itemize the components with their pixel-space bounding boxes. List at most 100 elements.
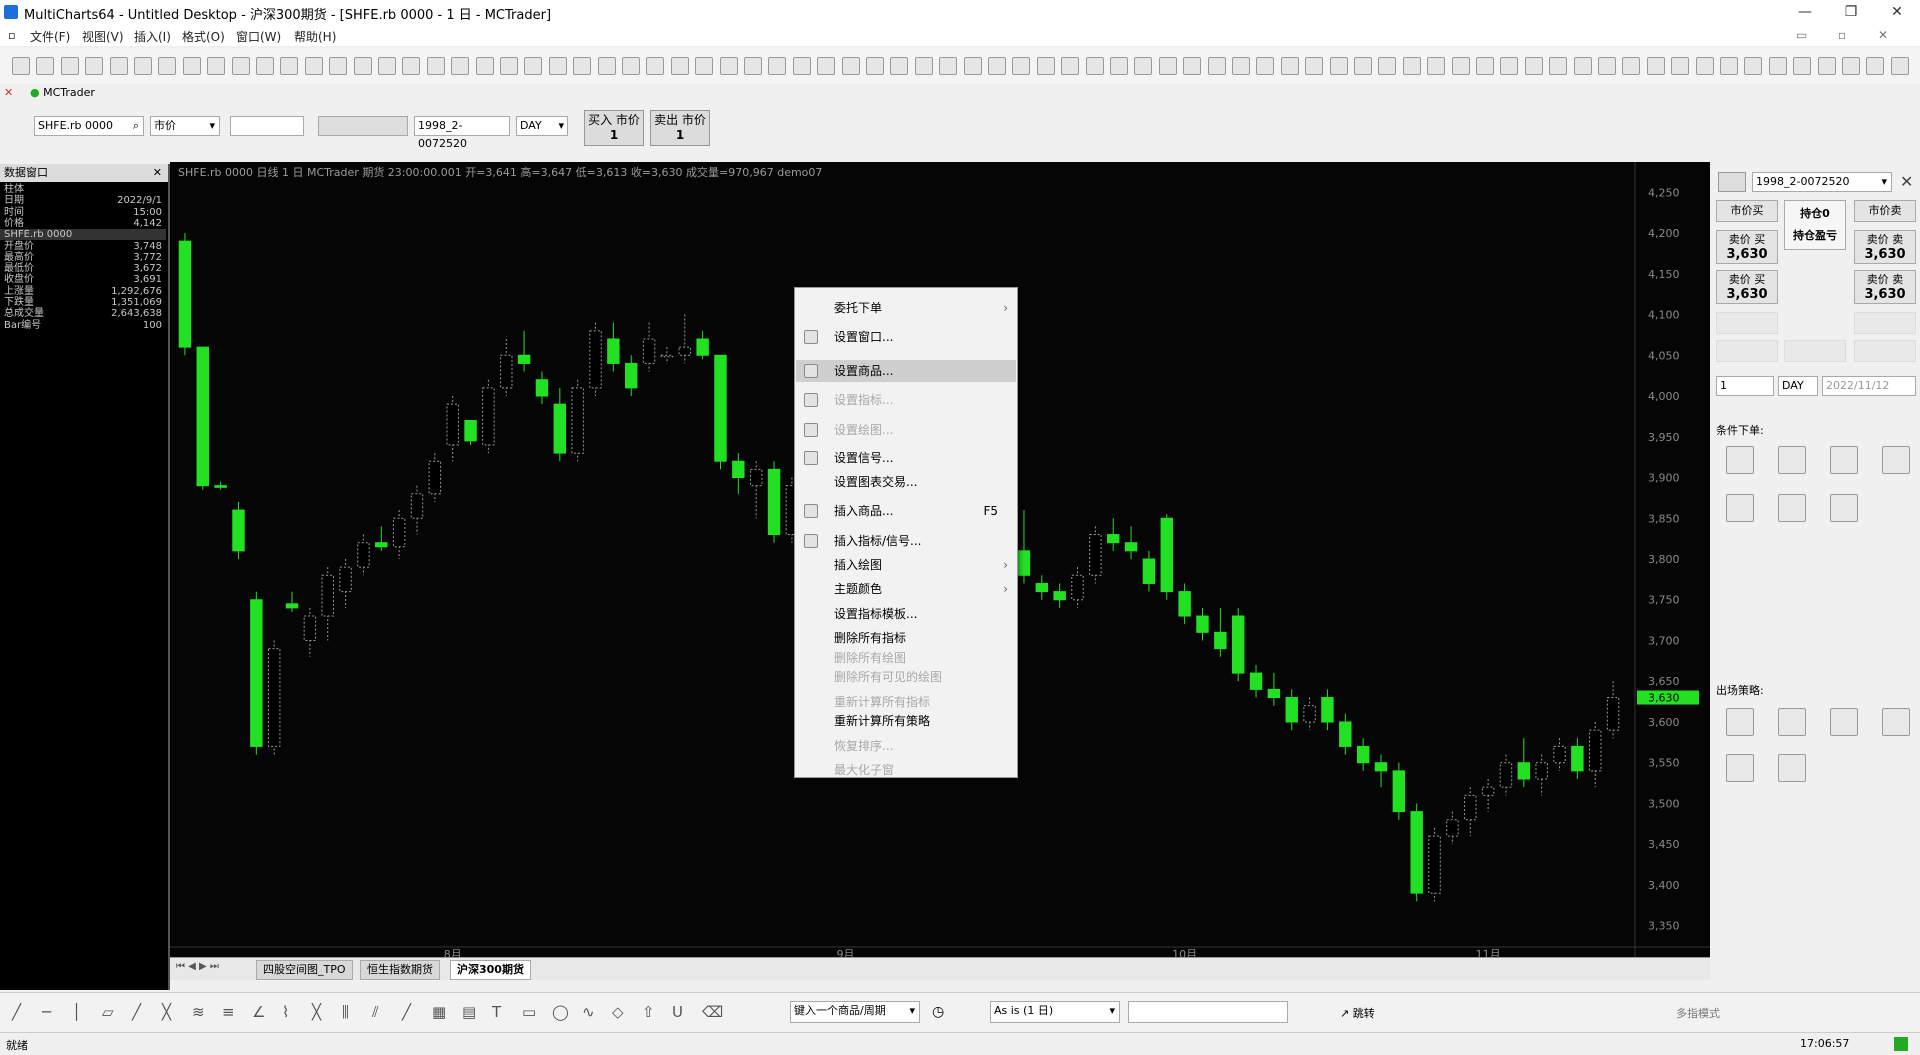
toolbar-button-icon[interactable] xyxy=(256,57,274,75)
toolbar-button-icon[interactable] xyxy=(1720,57,1738,75)
toolbar-button-icon[interactable] xyxy=(182,57,201,75)
toolbar-button-icon[interactable] xyxy=(988,57,1006,75)
drawing-tool-icon[interactable]: ⌇ xyxy=(282,1003,300,1021)
toolbar-button-icon[interactable] xyxy=(109,57,128,75)
rp-qty-stepper[interactable]: 1 xyxy=(1716,376,1774,396)
drawing-tool-icon[interactable]: ⫼ xyxy=(342,1003,360,1021)
toolbar-button-icon[interactable] xyxy=(1549,57,1568,75)
exit-strategy-icon-3[interactable] xyxy=(1830,708,1858,736)
toolbar-button-icon[interactable] xyxy=(426,57,445,75)
toolbar-button-icon[interactable] xyxy=(280,57,299,75)
drawing-tool-icon[interactable]: ⌫ xyxy=(702,1003,723,1021)
toolbar-button-icon[interactable] xyxy=(353,57,372,75)
toolbar-button-icon[interactable] xyxy=(1134,57,1153,75)
toolbar-button-icon[interactable] xyxy=(1158,57,1177,75)
drawing-tool-icon[interactable]: U xyxy=(672,1003,690,1021)
exit-strategy-icon-1[interactable] xyxy=(1726,708,1754,736)
rp-account-select[interactable]: 1998_2-0072520 ▾ xyxy=(1752,172,1892,192)
exit-strategy-icon-6[interactable] xyxy=(1778,754,1806,782)
toolbar-button-icon[interactable] xyxy=(1036,57,1055,75)
cond-order-icon-5[interactable] xyxy=(1726,494,1754,522)
cond-order-icon-6[interactable] xyxy=(1778,494,1806,522)
symbol-field[interactable]: SHFE.rb 0000 ⌕ xyxy=(34,116,144,136)
account-select[interactable]: 1998_2-0072520 xyxy=(414,116,510,150)
context-menu-item[interactable]: 主题颜色 › xyxy=(796,578,1016,600)
toolbar-button-icon[interactable] xyxy=(646,57,665,75)
toolbar-button-icon[interactable] xyxy=(1598,57,1616,75)
toolbar-button-icon[interactable] xyxy=(670,57,689,75)
drawing-tool-icon[interactable]: ◯ xyxy=(552,1003,570,1021)
context-menu-item[interactable]: 设置图表交易... xyxy=(796,471,1016,493)
drawing-tool-icon[interactable]: ╳ xyxy=(162,1003,180,1021)
toolbar-button-icon[interactable] xyxy=(963,57,982,75)
toolbar-button-icon[interactable] xyxy=(1354,57,1372,75)
context-menu-item[interactable]: 委托下单 › xyxy=(796,297,1016,319)
drawing-tool-icon[interactable]: ∿ xyxy=(582,1003,600,1021)
symbol-search-input[interactable]: 键入一个商品/周期 ▾ xyxy=(790,1001,920,1023)
toolbar-button-icon[interactable] xyxy=(231,57,250,75)
toolbar-button-icon[interactable] xyxy=(1305,57,1324,75)
toolbar-button-icon[interactable] xyxy=(1817,57,1836,75)
toolbar-button-icon[interactable] xyxy=(622,57,640,75)
toolbar-button-icon[interactable] xyxy=(475,57,494,75)
toolbar-button-icon[interactable] xyxy=(85,57,104,75)
cond-order-icon-7[interactable] xyxy=(1830,494,1858,522)
toolbar-button-icon[interactable] xyxy=(939,57,958,75)
toolbar-button-icon[interactable] xyxy=(768,57,787,75)
ask-sell-button-2[interactable]: 卖价 卖 3,630 xyxy=(1854,270,1916,304)
menu-help[interactable]: 帮助(H) xyxy=(294,28,336,45)
toolbar-button-icon[interactable] xyxy=(1085,57,1104,75)
mdi-restore-icon[interactable]: ▭ xyxy=(1796,28,1807,42)
broker-tab[interactable]: ● MCTrader xyxy=(30,86,95,99)
mdi-minimize-icon[interactable]: ▫ xyxy=(1838,28,1846,42)
exit-strategy-icon-4[interactable] xyxy=(1882,708,1910,736)
toolbar-button-icon[interactable] xyxy=(1573,57,1592,75)
toolbar-button-icon[interactable] xyxy=(1012,57,1031,75)
toolbar-button-icon[interactable] xyxy=(1329,57,1348,75)
drawing-tool-icon[interactable]: ▭ xyxy=(522,1003,540,1021)
toolbar-button-icon[interactable] xyxy=(914,57,933,75)
toolbar-button-icon[interactable] xyxy=(1402,57,1421,75)
menu-view[interactable]: 视图(V) xyxy=(82,28,124,45)
toolbar-button-icon[interactable] xyxy=(744,57,762,75)
menu-format[interactable]: 格式(O) xyxy=(182,28,225,45)
toolbar-button-icon[interactable] xyxy=(695,57,714,75)
context-menu-item[interactable]: 设置信号... xyxy=(796,447,1016,469)
cond-order-icon-3[interactable] xyxy=(1830,446,1858,474)
toolbar-button-icon[interactable] xyxy=(719,57,738,75)
toolbar-button-icon[interactable] xyxy=(1842,57,1860,75)
toolbar-button-icon[interactable] xyxy=(500,57,518,75)
drawing-tool-icon[interactable]: ◇ xyxy=(612,1003,630,1021)
context-menu-item[interactable]: 重新计算所有策略 xyxy=(796,710,1016,732)
toolbar-button-icon[interactable] xyxy=(1744,57,1763,75)
toolbar-button-icon[interactable] xyxy=(524,57,543,75)
jump-button[interactable]: ↗ 跳转 xyxy=(1340,1005,1375,1021)
price-stepper[interactable] xyxy=(230,116,304,136)
drawing-tool-icon[interactable]: ╱ xyxy=(12,1003,30,1021)
sell-market-button[interactable]: 卖出 市价 1 xyxy=(650,110,710,146)
toolbar-button-icon[interactable] xyxy=(60,57,79,75)
cond-order-icon-1[interactable] xyxy=(1726,446,1754,474)
toolbar-button-icon[interactable] xyxy=(1793,57,1812,75)
rp-tf-select[interactable]: DAY xyxy=(1778,376,1818,396)
tab-sheet-3[interactable]: 沪深300期货 xyxy=(450,960,531,980)
close-button[interactable]: ✕ xyxy=(1874,0,1920,24)
tab-scroll-icon[interactable]: ⏮ ◀ ▶ ⏭ xyxy=(176,961,219,972)
toolbar-button-icon[interactable] xyxy=(1280,57,1299,75)
drawing-tool-icon[interactable]: ⫽ xyxy=(372,1003,390,1021)
mdi-close-icon[interactable]: ✕ xyxy=(1878,28,1888,42)
resolution-select[interactable]: As is (1 日) ▾ xyxy=(990,1001,1120,1023)
close-icon[interactable]: ✕ xyxy=(1900,172,1913,191)
cond-order-icon-4[interactable] xyxy=(1882,446,1910,474)
drawing-tool-icon[interactable]: ╱ xyxy=(132,1003,150,1021)
drawing-tool-icon[interactable]: ≋ xyxy=(192,1003,210,1021)
toolbar-button-icon[interactable] xyxy=(304,57,323,75)
toolbar-button-icon[interactable] xyxy=(329,57,348,75)
toolbar-button-icon[interactable] xyxy=(1768,57,1787,75)
toolbar-button-icon[interactable] xyxy=(12,57,30,75)
buy-market-button[interactable]: 买入 市价 1 xyxy=(584,110,644,146)
drawing-tool-icon[interactable]: ▤ xyxy=(462,1003,480,1021)
toolbar-button-icon[interactable] xyxy=(1500,57,1519,75)
context-menu-item[interactable]: 插入指标/信号... xyxy=(796,530,1016,552)
drawing-tool-icon[interactable]: ≡ xyxy=(222,1003,240,1021)
